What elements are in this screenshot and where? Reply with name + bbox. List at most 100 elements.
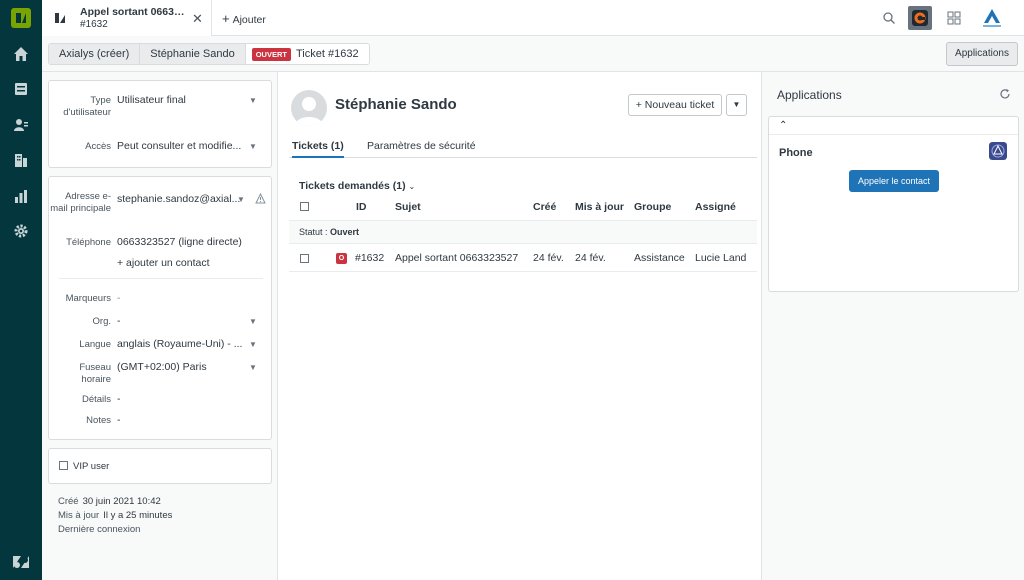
created-meta: Créé 30 juin 2021 10:42	[58, 496, 161, 507]
language-label: Langue	[79, 339, 111, 350]
tags-field[interactable]: -	[117, 292, 121, 304]
access-select[interactable]: Peut consulter et modifie...	[117, 140, 247, 152]
user-main-pane: Stéphanie Sando + Nouveau ticket ▼ Ticke…	[279, 72, 761, 580]
column-header-updated[interactable]: Mis à jour	[575, 201, 624, 213]
more-options-button[interactable]: ▼	[726, 94, 747, 116]
call-contact-button[interactable]: Appeler le contact	[849, 170, 939, 192]
phone-app-card: ⌃ Phone Appeler le contact	[768, 116, 1019, 292]
status-badge: OUVERT	[251, 47, 291, 61]
left-nav	[0, 0, 42, 580]
column-header-created[interactable]: Créé	[533, 201, 556, 213]
chevron-down-icon: ▼	[732, 100, 741, 109]
page-title: Stéphanie Sando	[335, 96, 457, 113]
ticket-updated: 24 fév.	[575, 252, 606, 264]
phone-field[interactable]: 0663323527 (ligne directe)	[117, 236, 267, 248]
status-badge: O	[336, 253, 347, 264]
table-row-divider	[289, 271, 757, 272]
vip-label: VIP user	[73, 461, 110, 472]
ticket-created: 24 fév.	[533, 252, 564, 264]
close-icon[interactable]: ✕	[192, 11, 203, 27]
user-type-label: Type d'utilisateur	[63, 95, 111, 118]
plus-icon: +	[222, 11, 230, 26]
tab-security-settings[interactable]: Paramètres de sécurité	[367, 140, 476, 152]
organizations-icon[interactable]	[11, 150, 31, 170]
apps-panel-title: Applications	[777, 88, 842, 102]
breadcrumb-user[interactable]: Stéphanie Sando	[140, 44, 246, 64]
vip-card: VIP user	[48, 448, 272, 484]
refresh-icon[interactable]	[999, 88, 1011, 100]
column-header-id[interactable]: ID	[356, 201, 367, 213]
ticket-tab-icon	[55, 13, 65, 23]
notes-field[interactable]: -	[117, 414, 121, 426]
axialys-app-icon	[989, 142, 1007, 160]
user-tabs: Tickets (1) Paramètres de sécurité	[289, 136, 757, 158]
divider	[59, 278, 263, 279]
email-field[interactable]: stephanie.sandoz@axial...	[117, 193, 241, 205]
ticket-tab-subtitle: #1632	[80, 19, 108, 30]
phone-label: Téléphone	[66, 237, 111, 248]
updated-meta: Mis à jour Il y a 25 minutes	[58, 510, 173, 521]
user-properties-panel: Type d'utilisateur Utilisateur final ▼ A…	[42, 72, 278, 580]
timezone-select[interactable]: (GMT+02:00) Paris	[117, 361, 245, 373]
applications-button[interactable]: Applications	[946, 42, 1018, 66]
select-all-checkbox[interactable]	[300, 202, 309, 211]
chevron-down-icon: ▼	[249, 363, 257, 372]
ticket-subject[interactable]: Appel sortant 0663323527	[395, 252, 518, 264]
chevron-down-icon: ▼	[249, 142, 257, 151]
user-details-card: Adresse e-mail principale stephanie.sand…	[48, 176, 272, 440]
chevron-down-icon: ▼	[249, 96, 257, 105]
vip-checkbox[interactable]	[59, 461, 68, 470]
breadcrumb-org[interactable]: Axialys (créer)	[49, 44, 141, 64]
top-bar: Appel sortant 066332... #1632 ✕ + Ajouter	[42, 0, 1024, 36]
product-tray-icon[interactable]	[947, 11, 961, 25]
user-type-card: Type d'utilisateur Utilisateur final ▼ A…	[48, 80, 272, 168]
warning-icon	[255, 193, 266, 204]
status-group-row: Statut : Ouvert	[289, 220, 757, 244]
views-icon[interactable]	[11, 79, 31, 99]
zendesk-z-icon[interactable]	[11, 552, 31, 572]
phone-app-title: Phone	[779, 147, 813, 159]
ticket-tab[interactable]: Appel sortant 066332... #1632 ✕	[42, 0, 212, 36]
timezone-label: Fuseau horaire	[79, 362, 111, 385]
chevron-down-icon: ▼	[249, 317, 257, 326]
email-label: Adresse e-mail principale	[50, 191, 111, 214]
new-ticket-button[interactable]: + Nouveau ticket	[628, 94, 722, 116]
column-header-subject[interactable]: Sujet	[395, 201, 421, 213]
ticket-id[interactable]: #1632	[355, 252, 384, 264]
chevron-down-icon: ⌄	[408, 182, 416, 191]
tags-label: Marqueurs	[65, 293, 111, 304]
notes-label: Notes	[86, 415, 111, 426]
apps-panel: Applications ⌃ Phone Appeler le contact	[761, 72, 1024, 580]
details-label: Détails	[81, 394, 111, 405]
ticket-group: Assistance	[634, 252, 685, 264]
org-select[interactable]: -	[117, 315, 121, 327]
last-login-meta: Dernière connexion	[58, 524, 141, 535]
row-checkbox[interactable]	[300, 254, 309, 263]
customers-icon[interactable]	[11, 115, 31, 135]
zendesk-logo-icon[interactable]	[11, 8, 31, 28]
add-tab-button[interactable]: + Ajouter	[222, 11, 266, 26]
ticket-tab-title: Appel sortant 066332...	[80, 6, 190, 18]
axialys-logo-icon[interactable]	[980, 7, 1004, 29]
chevron-down-icon: ▼	[249, 340, 257, 349]
avatar	[291, 90, 327, 126]
search-icon[interactable]	[882, 11, 896, 25]
ticket-assignee: Lucie Land	[695, 252, 747, 264]
tickets-heading[interactable]: Tickets demandés (1) ⌄	[299, 180, 415, 192]
admin-gear-icon[interactable]	[11, 221, 31, 241]
column-header-assignee[interactable]: Assigné	[695, 201, 736, 213]
breadcrumb-ticket[interactable]: OUVERT Ticket #1632	[245, 44, 369, 64]
phone-app-icon[interactable]	[908, 6, 932, 30]
reporting-icon[interactable]	[11, 186, 31, 206]
details-field[interactable]: -	[117, 393, 121, 405]
collapse-icon[interactable]: ⌃	[779, 120, 787, 131]
tab-tickets[interactable]: Tickets (1)	[292, 140, 344, 158]
user-type-select[interactable]: Utilisateur final	[117, 94, 247, 106]
column-header-group[interactable]: Groupe	[634, 201, 671, 213]
home-icon[interactable]	[11, 44, 31, 64]
add-contact-link[interactable]: + ajouter un contact	[117, 257, 210, 269]
language-select[interactable]: anglais (Royaume-Uni) - ...	[117, 338, 245, 350]
breadcrumb: Axialys (créer) Stéphanie Sando OUVERT T…	[48, 43, 370, 65]
breadcrumb-bar: Axialys (créer) Stéphanie Sando OUVERT T…	[42, 36, 1024, 72]
status-group-label: Statut : Ouvert	[299, 227, 360, 237]
